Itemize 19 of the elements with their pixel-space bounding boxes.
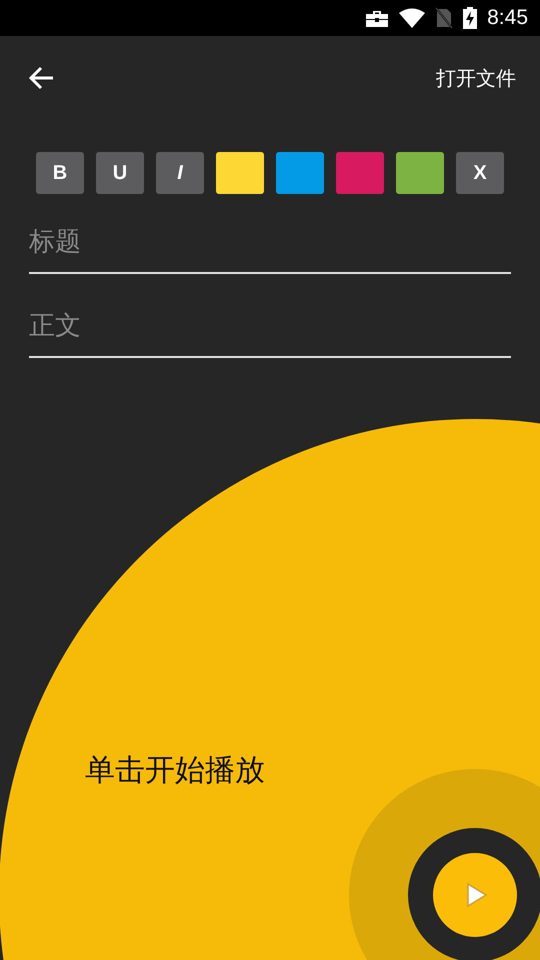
color-swatch-button[interactable]: [276, 152, 324, 194]
format-button[interactable]: I: [156, 152, 204, 194]
color-swatch-button[interactable]: [216, 152, 264, 194]
color-swatch-button[interactable]: [396, 152, 444, 194]
play-icon: [465, 882, 489, 908]
play-hint-text: 单击开始播放: [85, 752, 265, 790]
no-sim-icon: [435, 7, 454, 29]
format-button[interactable]: X: [456, 152, 504, 194]
wifi-icon: [399, 8, 426, 28]
format-button[interactable]: B: [36, 152, 84, 194]
text-field[interactable]: 标题: [29, 220, 511, 274]
format-button[interactable]: U: [96, 152, 144, 194]
clock-time: 8:45: [487, 6, 528, 30]
color-swatch-button[interactable]: [336, 152, 384, 194]
battery-charging-icon: [463, 7, 478, 29]
back-arrow-icon[interactable]: [29, 66, 55, 90]
briefcase-icon: [365, 8, 390, 28]
text-field[interactable]: 正文: [29, 304, 511, 358]
open-file-button[interactable]: 打开文件: [436, 64, 516, 92]
